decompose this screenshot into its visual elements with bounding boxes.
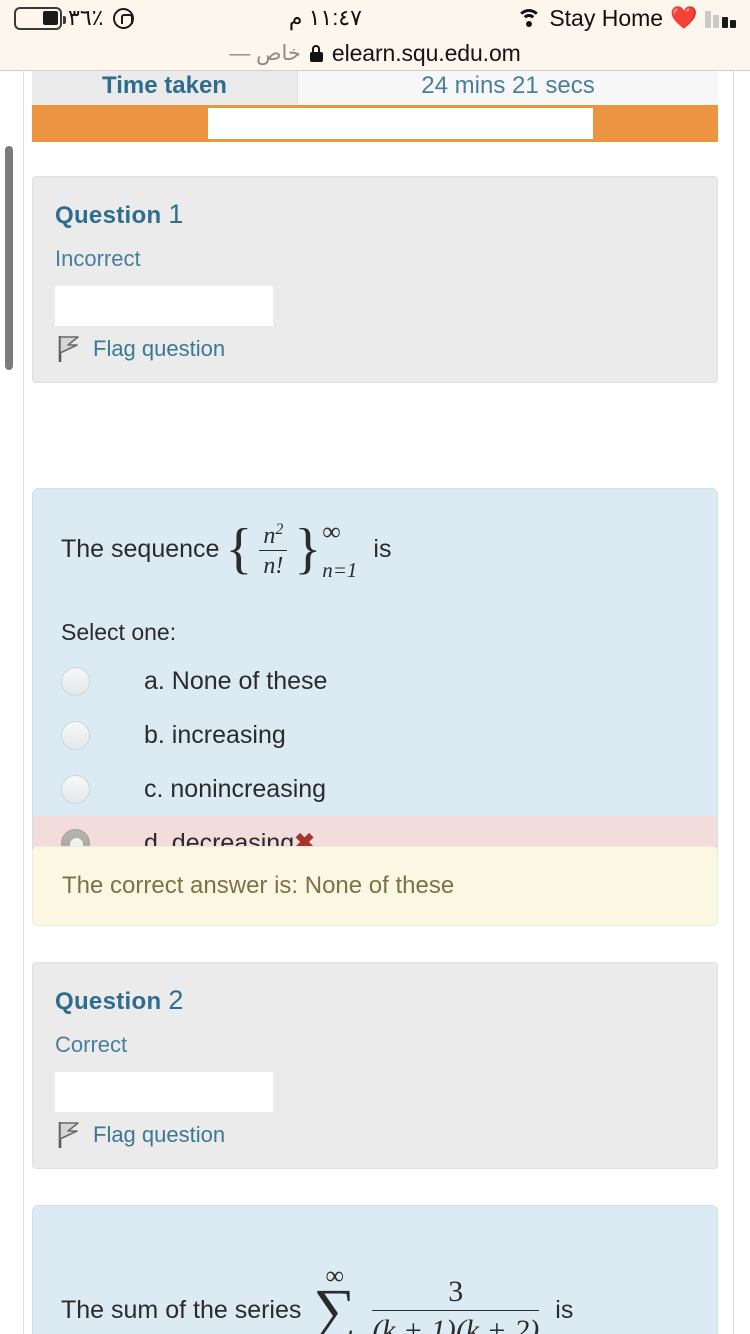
question-2-flag-label[interactable]: Flag question xyxy=(93,1122,225,1148)
question-1-formula: { n2 n! } ∞ n=1 xyxy=(225,519,357,581)
series-fraction: 3 (k + 1)(k + 2) xyxy=(372,1274,540,1334)
summation-symbol: ∞ ∑ k=1 xyxy=(313,1262,357,1334)
carrier-label: Stay Home xyxy=(549,4,664,31)
option-label-c[interactable]: c. nonincreasing xyxy=(144,775,326,804)
question-1-number: 1 xyxy=(168,199,184,229)
question-2-prompt-prefix: The sum of the series xyxy=(61,1295,302,1324)
question-1-feedback-text: The correct answer is: None of these xyxy=(62,872,455,899)
page-left-border xyxy=(23,71,24,1334)
page-right-border xyxy=(733,71,734,1334)
ios-status-bar: ٣٦٪ ١١:٤٧ م Stay Home ❤️ xyxy=(0,0,750,36)
webpage-content: Time taken 24 mins 21 secs Question 1 In… xyxy=(0,71,750,1334)
clock-label: ١١:٤٧ م xyxy=(288,5,362,30)
battery-fill xyxy=(43,11,58,25)
heart-icon: ❤️ xyxy=(670,5,698,30)
rotation-lock-icon xyxy=(113,7,135,29)
quiz-navigation-bar[interactable] xyxy=(32,105,718,142)
option-row-a[interactable]: a. None of these xyxy=(61,654,689,708)
series-numerator: 3 xyxy=(448,1274,464,1308)
option-row-c[interactable]: c. nonincreasing xyxy=(61,762,689,816)
question-1-feedback: The correct answer is: None of these xyxy=(32,846,718,926)
status-bar-center: ١١:٤٧ م xyxy=(134,5,516,31)
question-2-mark-placeholder xyxy=(55,1072,273,1112)
question-1-mark-placeholder xyxy=(55,286,273,326)
question-2-prompt: The sum of the series ∞ ∑ k=1 3 (k + 1)(… xyxy=(61,1262,689,1334)
status-bar-left: ٣٦٪ xyxy=(14,5,135,31)
question-2-body: The sum of the series ∞ ∑ k=1 3 (k + 1)(… xyxy=(32,1205,718,1334)
signal-bars-icon xyxy=(704,8,736,28)
radio-option-b[interactable] xyxy=(61,720,90,750)
question-1-select-one-label: Select one: xyxy=(61,619,177,645)
question-2-prompt-suffix: is xyxy=(555,1295,574,1324)
question-2-number: 2 xyxy=(168,985,184,1015)
question-1-prompt-suffix: is xyxy=(373,535,392,564)
fraction-denominator: n! xyxy=(259,550,288,579)
question-2-header: Question 2 Correct Flag question xyxy=(32,962,718,1169)
option-row-b[interactable]: b. increasing xyxy=(61,708,689,762)
quiz-navigation-inset xyxy=(208,108,593,139)
question-2-title: Question 2 xyxy=(55,985,695,1016)
question-1-body: The sequence { n2 n! } ∞ n=1 is Select o… xyxy=(32,488,718,897)
question-1-state: Incorrect xyxy=(55,246,141,271)
flag-icon xyxy=(58,336,79,362)
formula-limits: ∞ n=1 xyxy=(322,519,357,581)
time-taken-label: Time taken xyxy=(32,71,298,105)
lock-icon xyxy=(309,44,323,62)
series-denominator: (k + 1)(k + 2) xyxy=(372,1309,540,1334)
question-1-title: Question 1 xyxy=(55,199,695,230)
question-2-flag[interactable]: Flag question xyxy=(55,1120,695,1150)
radio-option-c[interactable] xyxy=(61,774,90,804)
option-label-a[interactable]: a. None of these xyxy=(144,667,327,696)
question-1-options: a. None of these b. increasing c. noninc… xyxy=(33,654,717,870)
vertical-scrollbar[interactable] xyxy=(5,146,13,370)
question-2-state: Correct xyxy=(55,1032,128,1057)
fraction-numerator: n2 xyxy=(263,520,284,549)
battery-percent-label: ٣٦٪ xyxy=(68,5,104,30)
question-1-flag[interactable]: Flag question xyxy=(55,334,695,364)
upper-limit: ∞ xyxy=(322,517,341,546)
lower-limit: n=1 xyxy=(322,558,358,582)
question-1-header: Question 1 Incorrect Flag question xyxy=(32,176,718,383)
question-1-prompt-prefix: The sequence xyxy=(61,535,220,564)
question-1-title-label: Question xyxy=(55,202,162,229)
time-taken-value: 24 mins 21 secs xyxy=(298,71,718,105)
question-1-prompt: The sequence { n2 n! } ∞ n=1 is xyxy=(61,519,689,581)
time-taken-row: Time taken 24 mins 21 secs xyxy=(32,71,718,105)
radio-option-a[interactable] xyxy=(61,666,90,696)
question-2-title-label: Question xyxy=(55,988,162,1015)
fraction-n2-over-nfact: n2 n! xyxy=(259,520,288,580)
status-bar-right: Stay Home ❤️ xyxy=(516,5,736,32)
left-brace: { xyxy=(225,518,253,581)
sigma-icon: ∑ xyxy=(313,1277,357,1334)
private-mode-label: خاص — xyxy=(229,41,301,65)
battery-icon xyxy=(14,6,66,30)
url-label[interactable]: elearn.squ.edu.om xyxy=(332,40,521,67)
right-brace: } xyxy=(294,518,322,581)
wifi-icon xyxy=(516,8,542,28)
flag-icon xyxy=(58,1122,79,1148)
question-1-flag-label[interactable]: Flag question xyxy=(93,336,225,362)
browser-url-bar[interactable]: خاص — elearn.squ.edu.om xyxy=(0,36,750,71)
option-label-b[interactable]: b. increasing xyxy=(144,721,286,750)
